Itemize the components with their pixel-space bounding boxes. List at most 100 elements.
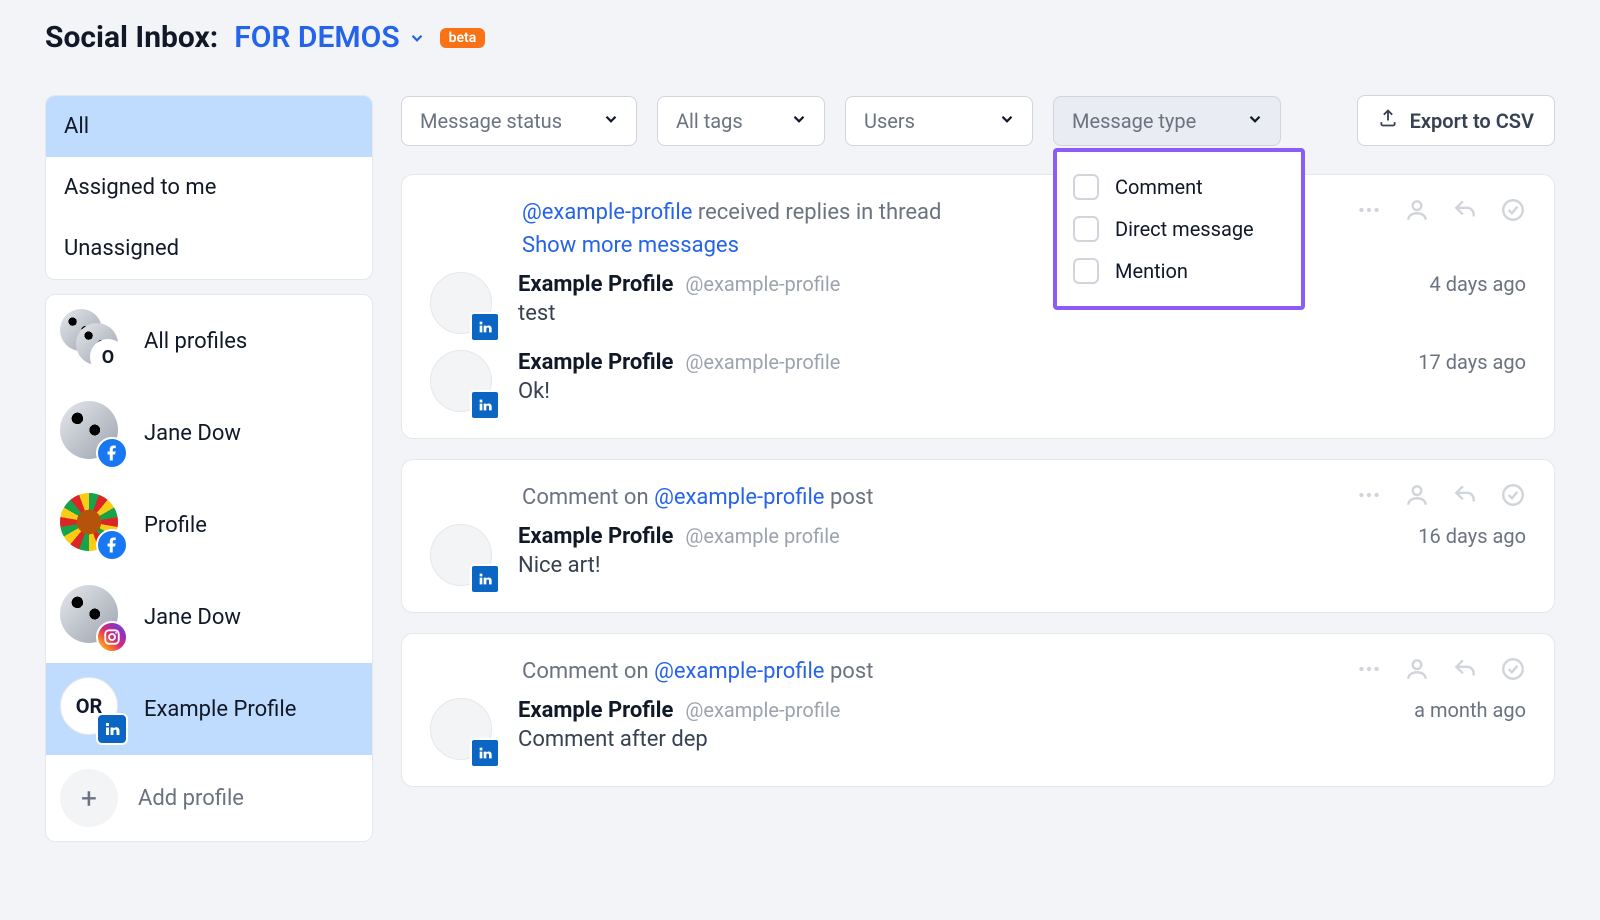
- thread-card: Comment on @example-profile post Example…: [401, 633, 1555, 787]
- message-item: Example Profile @example-profile a month…: [430, 698, 1526, 764]
- beta-badge: beta: [440, 28, 486, 48]
- linkedin-icon: [96, 713, 128, 745]
- sidebar-filter-assigned[interactable]: Assigned to me: [46, 157, 372, 218]
- facebook-icon: [96, 529, 128, 561]
- assign-icon[interactable]: [1404, 197, 1430, 227]
- author-name: Example Profile: [518, 350, 673, 375]
- message-item: Example Profile @example-profile 4 days …: [430, 272, 1526, 338]
- filter-users[interactable]: Users: [845, 96, 1033, 146]
- option-label: Direct message: [1115, 217, 1254, 241]
- message-text: Nice art!: [518, 553, 1526, 578]
- export-label: Export to CSV: [1410, 109, 1534, 133]
- linkedin-icon: [470, 312, 500, 342]
- sidebar: All Assigned to me Unassigned O All prof…: [45, 95, 373, 842]
- assign-icon[interactable]: [1404, 482, 1430, 512]
- filter-message-type[interactable]: Message type: [1053, 96, 1281, 146]
- filter-message-status[interactable]: Message status: [401, 96, 637, 146]
- checkbox[interactable]: [1073, 174, 1099, 200]
- sidebar-profile[interactable]: Profile: [46, 479, 372, 571]
- checkbox[interactable]: [1073, 258, 1099, 284]
- page-header: Social Inbox: FOR DEMOS beta: [45, 20, 1555, 55]
- chevron-down-icon: [408, 29, 426, 47]
- page-title: Social Inbox:: [45, 20, 218, 55]
- dropdown-option-mention[interactable]: Mention: [1069, 250, 1289, 292]
- workspace-name: FOR DEMOS: [234, 20, 399, 55]
- thread-header-text: received replies in thread: [698, 200, 942, 225]
- dropdown-option-direct-message[interactable]: Direct message: [1069, 208, 1289, 250]
- profile-handle-link[interactable]: @example-profile: [654, 485, 824, 510]
- sidebar-filter-all[interactable]: All: [46, 96, 372, 157]
- option-label: Comment: [1115, 175, 1203, 199]
- thread-header-post: post: [824, 485, 873, 510]
- sidebar-item-label: Profile: [144, 513, 207, 538]
- reply-icon[interactable]: [1452, 482, 1478, 512]
- chevron-down-icon: [998, 109, 1014, 133]
- sidebar-item-label: Example Profile: [144, 697, 296, 722]
- stack-badge: O: [90, 339, 126, 375]
- linkedin-icon: [470, 390, 500, 420]
- check-icon[interactable]: [1500, 197, 1526, 227]
- avatar: [430, 524, 496, 590]
- thread-header-post: post: [824, 659, 873, 684]
- thread-header: Comment on @example-profile post: [522, 482, 1526, 512]
- reply-icon[interactable]: [1452, 197, 1478, 227]
- message-item: Example Profile @example-profile 17 days…: [430, 350, 1526, 416]
- filter-label: Users: [864, 109, 915, 133]
- avatar: [430, 272, 496, 338]
- check-icon[interactable]: [1500, 656, 1526, 686]
- sidebar-profile[interactable]: Jane Dow: [46, 387, 372, 479]
- more-icon[interactable]: [1356, 656, 1382, 686]
- workspace-switcher[interactable]: FOR DEMOS: [234, 20, 425, 55]
- author-handle: @example-profile: [685, 272, 840, 296]
- check-icon[interactable]: [1500, 482, 1526, 512]
- thread-card: Comment on @example-profile post Example…: [401, 459, 1555, 613]
- message-text: Comment after dep: [518, 727, 1526, 752]
- sidebar-item-label: Jane Dow: [144, 421, 241, 446]
- sidebar-profiles: O All profiles Jane Dow: [45, 294, 373, 842]
- dropdown-option-comment[interactable]: Comment: [1069, 166, 1289, 208]
- profile-handle-link[interactable]: @example-profile: [654, 659, 824, 684]
- filter-tags[interactable]: All tags: [657, 96, 825, 146]
- filter-bar: Message status All tags Users Message ty…: [401, 95, 1555, 146]
- timestamp: 16 days ago: [1418, 524, 1526, 548]
- timestamp: 4 days ago: [1430, 272, 1526, 296]
- add-profile-label: Add profile: [138, 786, 244, 811]
- linkedin-icon: [470, 738, 500, 768]
- chevron-down-icon: [602, 109, 618, 133]
- thread-header-pre: Comment on: [522, 485, 654, 510]
- reply-icon[interactable]: [1452, 656, 1478, 686]
- linkedin-icon: [470, 564, 500, 594]
- profile-handle-link[interactable]: @example-profile: [522, 200, 692, 225]
- message-text: Ok!: [518, 379, 1526, 404]
- thread-card: @example-profile received replies in thr…: [401, 174, 1555, 439]
- export-csv-button[interactable]: Export to CSV: [1357, 95, 1555, 146]
- instagram-icon: [96, 621, 128, 653]
- assign-icon[interactable]: [1404, 656, 1430, 686]
- thread-actions: [1356, 482, 1526, 512]
- more-icon[interactable]: [1356, 197, 1382, 227]
- chevron-down-icon: [790, 109, 806, 133]
- sidebar-filter-unassigned[interactable]: Unassigned: [46, 218, 372, 279]
- message-text: test: [518, 301, 1526, 326]
- sidebar-filters: All Assigned to me Unassigned: [45, 95, 373, 280]
- show-more-link[interactable]: Show more messages: [522, 233, 1526, 258]
- filter-label: Message status: [420, 109, 562, 133]
- author-handle: @example profile: [685, 524, 839, 548]
- checkbox[interactable]: [1073, 216, 1099, 242]
- add-profile-button[interactable]: + Add profile: [46, 755, 372, 841]
- more-icon[interactable]: [1356, 482, 1382, 512]
- sidebar-item-label: All profiles: [144, 329, 247, 354]
- author-name: Example Profile: [518, 272, 673, 297]
- sidebar-profile[interactable]: Jane Dow: [46, 571, 372, 663]
- sidebar-all-profiles[interactable]: O All profiles: [46, 295, 372, 387]
- chevron-down-icon: [1246, 109, 1262, 133]
- main: Message status All tags Users Message ty…: [401, 95, 1555, 787]
- timestamp: a month ago: [1414, 698, 1526, 722]
- upload-icon: [1378, 108, 1398, 133]
- sidebar-profile-active[interactable]: OR Example Profile: [46, 663, 372, 755]
- filter-label: All tags: [676, 109, 743, 133]
- facebook-icon: [96, 437, 128, 469]
- plus-icon: +: [60, 769, 118, 827]
- avatar-stack: O: [60, 309, 124, 373]
- author-name: Example Profile: [518, 698, 673, 723]
